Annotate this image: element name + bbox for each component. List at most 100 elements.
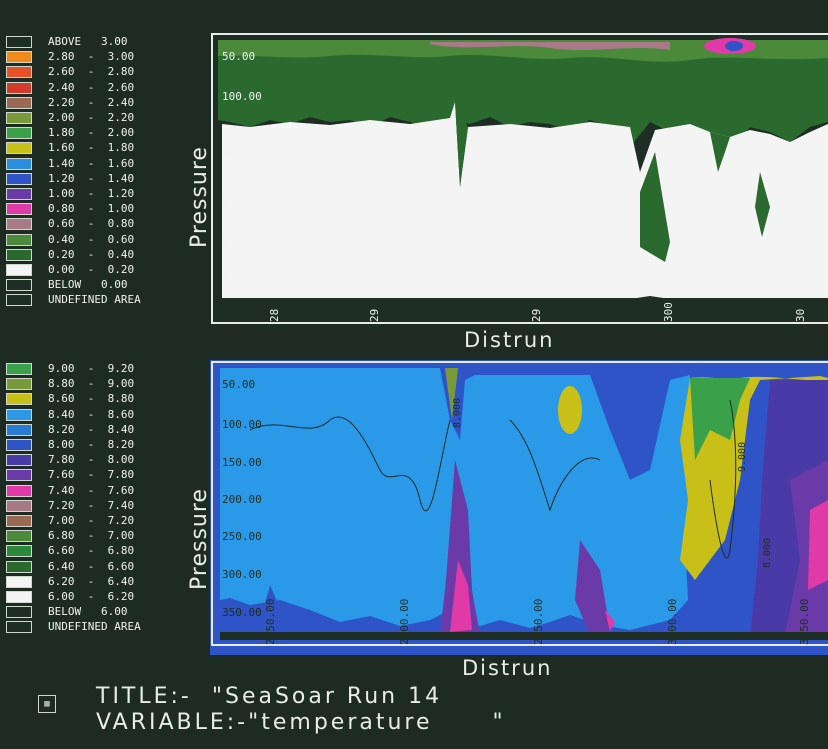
- y-tick-label: 150.00: [222, 456, 262, 469]
- x-tick-group: 29: [368, 309, 381, 322]
- legend-entry: 0.80 - 1.00: [6, 202, 186, 216]
- bottom-chart-plot: 50.00 100.00 150.00 200.00 250.00 300.00 350.0…: [210, 360, 828, 655]
- legend-entry: 6.20 - 6.40: [6, 575, 186, 589]
- legend-swatch: [6, 439, 32, 451]
- legend-swatch: [6, 294, 32, 307]
- legend-swatch: [6, 112, 32, 124]
- legend-label: 2.00 - 2.20: [48, 111, 135, 124]
- top-chart-panel: 50.00 100.00 1 2 2 3 28 29 29 300 30: [210, 32, 828, 327]
- legend-entry: 2.20 - 2.40: [6, 96, 186, 110]
- x-tick-label: 30: [794, 309, 807, 322]
- x-tick-group: 3050.00: [798, 599, 811, 645]
- legend-label: 6.40 - 6.60: [48, 559, 135, 573]
- legend-entry: 0.00 - 0.20: [6, 263, 186, 277]
- legend-swatch: [6, 454, 32, 467]
- footer-variable: VARIABLE:-"temperature ": [96, 710, 506, 735]
- legend-entry: 6.00 - 6.20: [6, 590, 186, 604]
- x-tick-group: 2900.00: [398, 599, 411, 645]
- legend-label: 7.00 - 7.20: [48, 514, 135, 527]
- legend-swatch: [6, 218, 32, 231]
- legend-label: 8.40 - 8.60: [48, 407, 135, 421]
- legend-entry: 1.60 - 1.80: [6, 141, 186, 155]
- y-tick-label: 1: [222, 147, 229, 160]
- contour-label: 9.000: [737, 442, 748, 472]
- top-chart-plot: 50.00 100.00 1 2 2 3 28 29 29 300 30: [210, 32, 828, 327]
- legend-label: UNDEFINED AREA: [48, 293, 141, 307]
- legend-swatch: [6, 545, 32, 558]
- legend-label: 0.00 - 0.20: [48, 263, 135, 276]
- legend-label: ABOVE 3.00: [48, 35, 128, 48]
- ncar-logo-icon: ▦: [38, 695, 56, 713]
- contour-label: 8.000: [452, 398, 463, 428]
- legend-label: 1.20 - 1.40: [48, 171, 135, 185]
- legend-swatch: [6, 484, 32, 497]
- x-tick-group: 28: [268, 309, 281, 322]
- y-tick-label: 100.00: [222, 90, 262, 103]
- top-chart-ylabel: Pressure: [187, 146, 212, 248]
- legend-swatch: [6, 96, 32, 109]
- y-tick-label: 50.00: [222, 378, 255, 391]
- legend-entry: 8.80 - 9.00: [6, 377, 186, 391]
- legend-label: BELOW 0.00: [48, 278, 128, 292]
- legend-swatch: [6, 233, 32, 246]
- y-tick-label: 100.00: [222, 418, 262, 431]
- legend-entry: 8.40 - 8.60: [6, 408, 186, 422]
- legend-entry: 7.40 - 7.60: [6, 484, 186, 498]
- legend-label: 0.40 - 0.60: [48, 232, 135, 246]
- x-tick-label: 3000.00: [666, 599, 679, 645]
- legend-label: 7.80 - 8.00: [48, 453, 135, 467]
- legend-label: 7.40 - 7.60: [48, 483, 135, 497]
- bottom-chart-ylabel: Pressure: [187, 488, 212, 590]
- legend-entry: 9.00 - 9.20: [6, 362, 186, 376]
- legend-entry: UNDEFINED AREA: [6, 620, 186, 634]
- heatmap-region-magenta: [808, 500, 828, 590]
- legend-label: 1.00 - 1.20: [48, 187, 135, 200]
- contour-label: 8.000: [762, 538, 773, 568]
- legend-swatch: [6, 469, 32, 482]
- legend-label: 8.20 - 8.40: [48, 422, 135, 436]
- legend-swatch: [6, 515, 32, 527]
- y-tick-label: 250.00: [222, 530, 262, 543]
- legend-entry: 2.00 - 2.20: [6, 111, 186, 125]
- legend-swatch: [6, 279, 32, 292]
- legend-entry: BELOW 0.00: [6, 278, 186, 292]
- legend-entry: 7.00 - 7.20: [6, 514, 186, 528]
- legend-entry: 7.80 - 8.00: [6, 453, 186, 467]
- legend-swatch: [6, 530, 32, 543]
- legend-swatch: [6, 66, 32, 79]
- x-tick-group: 29: [530, 309, 543, 322]
- legend-entry: 1.40 - 1.60: [6, 157, 186, 171]
- x-tick-label: 300: [662, 302, 675, 322]
- legend-swatch: [6, 264, 32, 276]
- legend-label: 1.40 - 1.60: [48, 156, 135, 170]
- legend-entry: 1.20 - 1.40: [6, 172, 186, 186]
- bottom-chart-panel: 50.00 100.00 150.00 200.00 250.00 300.00 350.0…: [210, 360, 828, 655]
- legend-entry: 8.60 - 8.80: [6, 392, 186, 406]
- y-tick-label: 2: [222, 197, 229, 210]
- y-tick-label: 350.00: [222, 606, 262, 619]
- y-tick-label: 50.00: [222, 50, 255, 63]
- heatmap-band-below: [220, 632, 828, 640]
- legend-entry: 2.80 - 3.00: [6, 50, 186, 64]
- top-chart-xlabel: Distrun: [464, 328, 555, 352]
- legend-swatch: [6, 172, 32, 185]
- x-tick-label: 29: [368, 309, 381, 322]
- legend-swatch: [6, 575, 32, 588]
- legend-label: 1.60 - 1.80: [48, 141, 135, 155]
- legend-swatch: [6, 393, 32, 406]
- x-tick-label: 2850.00: [264, 599, 277, 645]
- legend-swatch: [6, 203, 32, 216]
- legend-swatch: [6, 127, 32, 140]
- legend-swatch: [6, 157, 32, 170]
- legend-entry: ABOVE 3.00: [6, 35, 186, 49]
- legend-swatch: [6, 36, 32, 48]
- legend-entry: 1.00 - 1.20: [6, 187, 186, 201]
- legend-label: 0.80 - 1.00: [48, 202, 135, 216]
- legend-entry: 0.40 - 0.60: [6, 233, 186, 247]
- legend-swatch: [6, 408, 32, 421]
- legend-entry: 7.60 - 7.80: [6, 468, 186, 482]
- footer-title: TITLE:- "SeaSoar Run 14: [96, 684, 443, 709]
- legend-label: 6.80 - 7.00: [48, 529, 135, 543]
- legend-entry: BELOW 6.00: [6, 605, 186, 619]
- legend-entry: 2.60 - 2.80: [6, 65, 186, 79]
